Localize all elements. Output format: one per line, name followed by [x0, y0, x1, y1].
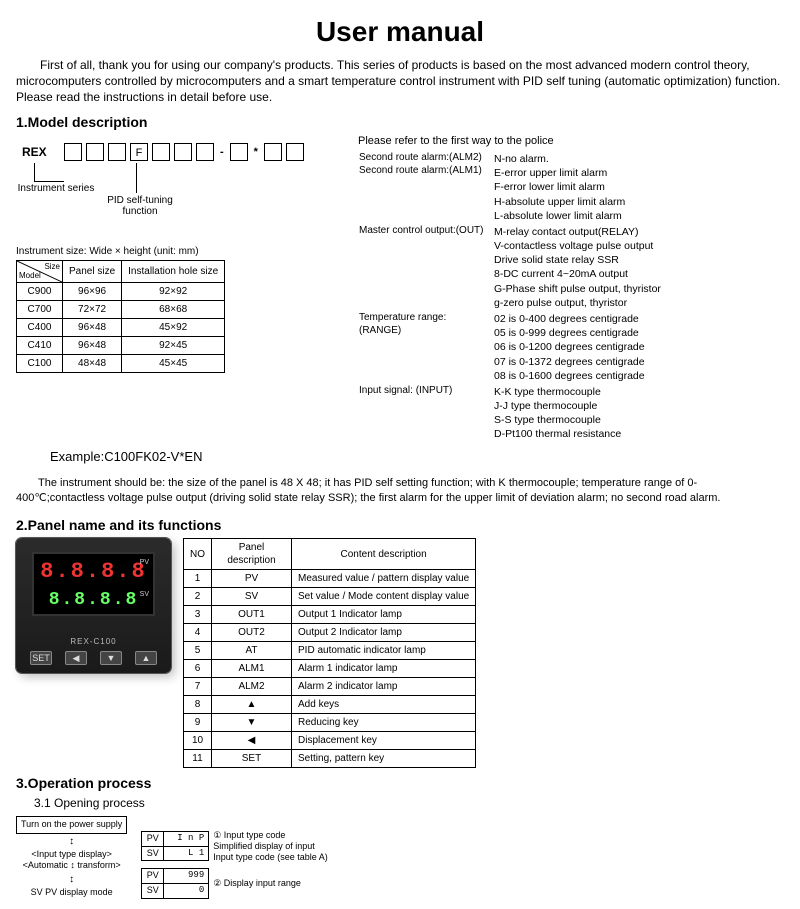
example-code: Example:C100FK02-V*EN	[50, 449, 784, 466]
device-button: ▲	[135, 651, 157, 665]
power-box: Turn on the power supply	[16, 816, 127, 834]
device-photo: 8.8.8.8 8.8.8.8 PV SV REX-C100 SET ◀ ▼ ▲	[16, 538, 171, 673]
op-step-bot: Automatic ↕ transform	[28, 860, 116, 870]
op-note1c: Input type code (see table A)	[213, 852, 328, 863]
def-left: Temperature range:(RANGE)	[358, 311, 493, 384]
definitions-table: Second route alarm:(ALM2) Second route a…	[358, 151, 784, 442]
section1-heading: 1.Model description	[16, 113, 784, 131]
sv-lbl: SV	[140, 590, 149, 599]
device-button: ◀	[65, 651, 87, 665]
table-row: 6ALM1Alarm 1 indicator lamp	[184, 660, 476, 678]
page-title: User manual	[16, 14, 784, 50]
table-row: 2SVSet value / Mode content display valu…	[184, 588, 476, 606]
instrument-paragraph: The instrument should be: the size of th…	[16, 476, 784, 505]
leader-pid: PID self-tuning function	[100, 195, 180, 217]
table-row: 4OUT2Output 2 Indicator lamp	[184, 624, 476, 642]
code-box	[152, 143, 170, 161]
table-row: 11SETSetting, pattern key	[184, 750, 476, 768]
op-note1b: Simplified display of input	[213, 841, 328, 852]
op-display-1: PVI n P SVL 1	[141, 831, 209, 861]
section3-heading: 3.Operation process	[16, 774, 784, 792]
panel-table: NOPanel descriptionContent description 1…	[183, 538, 476, 768]
table-row: 5ATPID automatic indicator lamp	[184, 642, 476, 660]
section3-1-heading: 3.1 Opening process	[34, 796, 784, 812]
op-note1a: ① Input type code	[213, 830, 328, 841]
def-left: Input signal: (INPUT)	[358, 384, 493, 443]
leader-series: Instrument series	[16, 183, 96, 194]
op-footer: SV PV display mode	[16, 887, 127, 899]
table-row: 3OUT1Output 1 Indicator lamp	[184, 606, 476, 624]
op-note2: ② Display input range	[213, 878, 301, 889]
code-box-f: F	[130, 143, 148, 161]
def-right: M-relay contact output(RELAY) V-contactl…	[493, 224, 784, 311]
code-box	[174, 143, 192, 161]
size-caption: Instrument size: Wide × height (unit: mm…	[16, 245, 346, 258]
section2-heading: 2.Panel name and its functions	[16, 516, 784, 534]
operation-diagram: Turn on the power supply ↕ <Input type d…	[16, 816, 784, 899]
def-left: Master control output:(OUT)	[358, 224, 493, 311]
def-right: K-K type thermocouple J-J type thermocou…	[493, 384, 784, 443]
device-model: REX-C100	[16, 637, 171, 647]
intro-paragraph: First of all, thank you for using our co…	[16, 58, 784, 105]
op-display-2: PV999 SV0	[141, 868, 209, 898]
device-button: SET	[30, 651, 52, 665]
size-table: SizeModelPanel sizeInstallation hole siz…	[16, 260, 225, 373]
table-row: 9▼Reducing key	[184, 714, 476, 732]
def-right: N-no alarm. E-error upper limit alarm F-…	[493, 151, 784, 224]
model-code-diagram: REX F - * Instrument series PID self-tun	[16, 135, 346, 245]
series-label: REX	[22, 145, 47, 161]
op-step-top: Input type display	[37, 849, 107, 859]
code-sep: *	[254, 145, 258, 159]
code-box	[64, 143, 82, 161]
right-top-note: Please refer to the first way to the pol…	[358, 135, 784, 149]
table-row: 7ALM2Alarm 2 indicator lamp	[184, 678, 476, 696]
table-row: 10◀Displacement key	[184, 732, 476, 750]
table-row: 1PVMeasured value / pattern display valu…	[184, 570, 476, 588]
code-box	[86, 143, 104, 161]
code-box	[196, 143, 214, 161]
code-box	[230, 143, 248, 161]
code-box	[286, 143, 304, 161]
device-sv: 8.8.8.8	[34, 589, 153, 612]
pv-lbl: PV	[140, 558, 149, 567]
table-row: 8▲Add keys	[184, 696, 476, 714]
def-left: Second route alarm:(ALM2) Second route a…	[358, 151, 493, 224]
device-button: ▼	[100, 651, 122, 665]
def-right: 02 is 0-400 degrees centigrade 05 is 0-9…	[493, 311, 784, 384]
code-box	[264, 143, 282, 161]
device-pv: 8.8.8.8	[34, 558, 153, 587]
code-box	[108, 143, 126, 161]
